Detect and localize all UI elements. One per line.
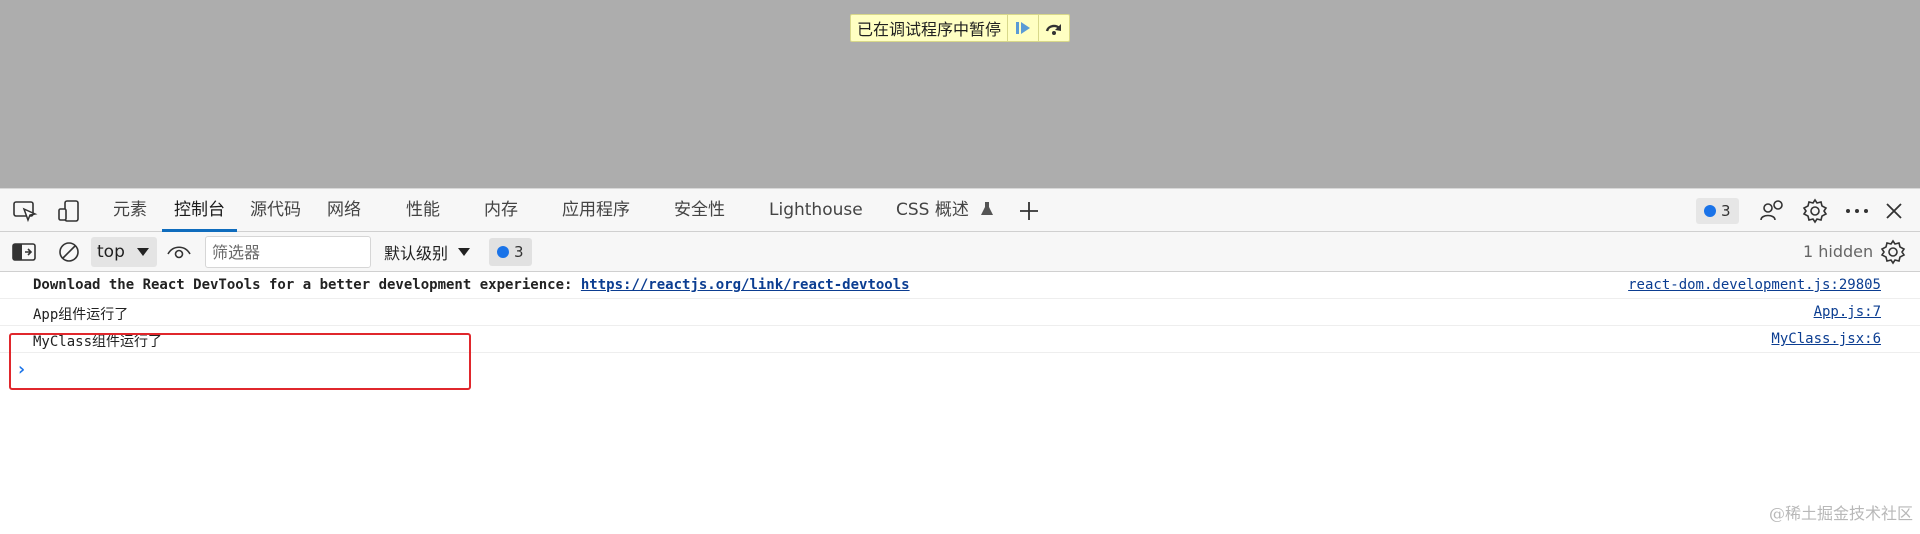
message-body: Download the React DevTools for a better…	[33, 277, 581, 293]
message-text: Download the React DevTools for a better…	[33, 277, 910, 293]
message-source-link[interactable]: App.js:7	[1814, 304, 1881, 320]
clear-console-icon[interactable]	[55, 238, 83, 266]
tab-css-overview[interactable]: CSS 概述	[896, 189, 994, 232]
console-message: Download the React DevTools for a better…	[0, 272, 1920, 299]
tab-network[interactable]: 网络	[327, 189, 361, 232]
add-tab-plus-icon[interactable]	[1015, 197, 1043, 225]
context-value: top	[97, 242, 125, 262]
tab-memory[interactable]: 内存	[484, 189, 518, 232]
device-emulation-icon[interactable]	[55, 197, 83, 225]
inspect-element-icon[interactable]	[11, 197, 39, 225]
settings-gear-icon[interactable]	[1801, 197, 1829, 225]
resume-button[interactable]	[1007, 15, 1038, 41]
message-source-link[interactable]: MyClass.jsx:6	[1771, 331, 1881, 347]
context-selector[interactable]: top	[91, 237, 157, 267]
issues-badge[interactable]: 3	[1696, 198, 1739, 224]
tab-css-overview-label: CSS 概述	[896, 200, 969, 220]
devtools-panel: 元素 控制台 源代码 网络 性能 内存 应用程序 安全性 Lighthouse …	[0, 188, 1920, 534]
message-source-link[interactable]: react-dom.development.js:29805	[1628, 277, 1881, 293]
messages-count: 3	[514, 243, 524, 261]
message-text: App组件运行了	[33, 307, 129, 323]
dropdown-arrow-icon	[458, 248, 471, 256]
step-over-icon	[1045, 24, 1062, 35]
console-messages-badge[interactable]: 3	[489, 238, 532, 266]
devtools-tab-bar: 元素 控制台 源代码 网络 性能 内存 应用程序 安全性 Lighthouse …	[0, 188, 1920, 232]
log-level-selector[interactable]: 默认级别	[384, 237, 471, 267]
message-link[interactable]: https://reactjs.org/link/react-devtools	[581, 277, 910, 293]
console-settings-gear-icon[interactable]	[1879, 238, 1907, 266]
log-level-value: 默认级别	[384, 244, 449, 263]
console-message: App组件运行了 App.js:7	[0, 299, 1920, 326]
close-devtools-icon[interactable]	[1880, 197, 1908, 225]
hidden-messages-count: 1 hidden	[1803, 242, 1874, 261]
profile-connect-icon[interactable]	[1758, 197, 1786, 225]
red-highlight-box	[9, 333, 471, 390]
resume-icon	[1016, 22, 1031, 34]
filter-input[interactable]	[205, 236, 371, 268]
tab-sources[interactable]: 源代码	[250, 189, 301, 232]
paused-label: 已在调试程序中暂停	[857, 20, 1002, 39]
tab-performance[interactable]: 性能	[406, 189, 440, 232]
page-viewport: 已在调试程序中暂停	[0, 0, 1920, 188]
tab-application[interactable]: 应用程序	[562, 189, 630, 232]
live-expression-eye-icon[interactable]	[165, 238, 193, 266]
tab-elements[interactable]: 元素	[113, 189, 147, 232]
tab-security[interactable]: 安全性	[674, 189, 725, 232]
step-over-button[interactable]	[1038, 15, 1069, 41]
issues-count: 3	[1721, 202, 1731, 220]
more-options-icon[interactable]	[1843, 197, 1871, 225]
show-sidebar-icon[interactable]	[10, 238, 38, 266]
tab-lighthouse[interactable]: Lighthouse	[769, 189, 863, 232]
message-bubble-icon	[497, 246, 509, 258]
watermark: @稀土掘金技术社区	[1768, 504, 1913, 523]
message-bubble-icon	[1704, 205, 1716, 217]
tab-console[interactable]: 控制台	[162, 189, 237, 232]
dropdown-arrow-icon	[136, 248, 149, 256]
experiment-flask-icon	[981, 202, 994, 215]
debugger-paused-banner: 已在调试程序中暂停	[850, 14, 1071, 42]
console-toolbar: top 默认级别 3 1 hidden	[0, 232, 1920, 272]
